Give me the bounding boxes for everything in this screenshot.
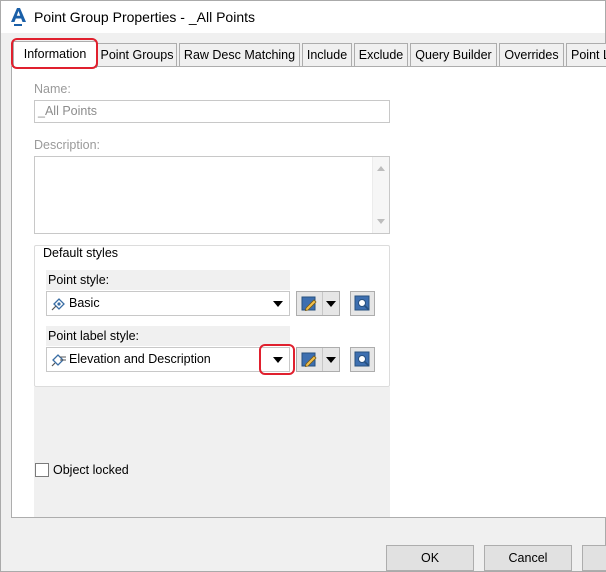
tab-point-groups[interactable]: Point Groups bbox=[97, 43, 177, 67]
default-styles-legend: Default styles bbox=[41, 246, 121, 260]
point-style-value: Basic bbox=[69, 296, 100, 310]
point-label-style-edit-button[interactable] bbox=[296, 347, 340, 372]
name-label: Name: bbox=[34, 82, 71, 96]
tab-strip: Information Point Groups Raw Desc Matchi… bbox=[11, 41, 606, 68]
point-style-edit-button[interactable] bbox=[296, 291, 340, 316]
edit-style-icon bbox=[301, 352, 317, 368]
edit-style-part[interactable] bbox=[297, 292, 323, 315]
point-style-preview-button[interactable] bbox=[350, 291, 375, 316]
object-locked-checkbox[interactable] bbox=[35, 463, 49, 477]
edit-style-dropdown[interactable] bbox=[323, 348, 339, 371]
autocad-civil3d-icon bbox=[11, 8, 26, 26]
point-group-properties-dialog: Point Group Properties - _All Points Inf… bbox=[0, 0, 606, 572]
cancel-button[interactable]: Cancel bbox=[484, 545, 572, 571]
point-label-style-label: Point label style: bbox=[48, 329, 140, 343]
point-label-style-dropdown[interactable]: Elevation and Description bbox=[46, 347, 290, 372]
title-bar: Point Group Properties - _All Points bbox=[1, 1, 605, 33]
description-label: Description: bbox=[34, 138, 100, 152]
chevron-down-icon[interactable] bbox=[273, 357, 283, 363]
description-scrollbar[interactable] bbox=[372, 157, 389, 233]
tab-overrides[interactable]: Overrides bbox=[499, 43, 564, 67]
tab-point-list[interactable]: Point L bbox=[566, 43, 606, 67]
lock-area bbox=[34, 387, 390, 517]
tab-raw-desc-matching[interactable]: Raw Desc Matching bbox=[179, 43, 300, 67]
name-field[interactable]: _All Points bbox=[34, 100, 390, 123]
tab-include[interactable]: Include bbox=[302, 43, 352, 67]
point-style-icon bbox=[51, 298, 65, 311]
edit-style-dropdown[interactable] bbox=[323, 292, 339, 315]
scroll-up-arrow-icon[interactable] bbox=[377, 166, 385, 171]
point-style-dropdown[interactable]: Basic bbox=[46, 291, 290, 316]
point-label-style-preview-button[interactable] bbox=[350, 347, 375, 372]
scroll-down-arrow-icon[interactable] bbox=[377, 219, 385, 224]
chevron-down-icon bbox=[326, 301, 336, 307]
description-field[interactable] bbox=[34, 156, 390, 234]
point-style-label: Point style: bbox=[48, 273, 110, 287]
chevron-down-icon[interactable] bbox=[273, 301, 283, 307]
preview-style-icon bbox=[354, 295, 370, 311]
tab-exclude[interactable]: Exclude bbox=[354, 43, 408, 67]
tab-query-builder[interactable]: Query Builder bbox=[410, 43, 497, 67]
point-label-style-icon bbox=[51, 354, 66, 367]
edit-style-icon bbox=[301, 296, 317, 312]
object-locked-label: Object locked bbox=[53, 463, 129, 477]
window-title: Point Group Properties - _All Points bbox=[34, 9, 255, 25]
apply-button-partial[interactable] bbox=[582, 545, 606, 571]
preview-style-icon bbox=[354, 351, 370, 367]
chevron-down-icon bbox=[326, 357, 336, 363]
edit-style-part[interactable] bbox=[297, 348, 323, 371]
point-label-style-value: Elevation and Description bbox=[69, 352, 211, 366]
ok-button[interactable]: OK bbox=[386, 545, 474, 571]
tab-information[interactable]: Information bbox=[13, 41, 97, 68]
